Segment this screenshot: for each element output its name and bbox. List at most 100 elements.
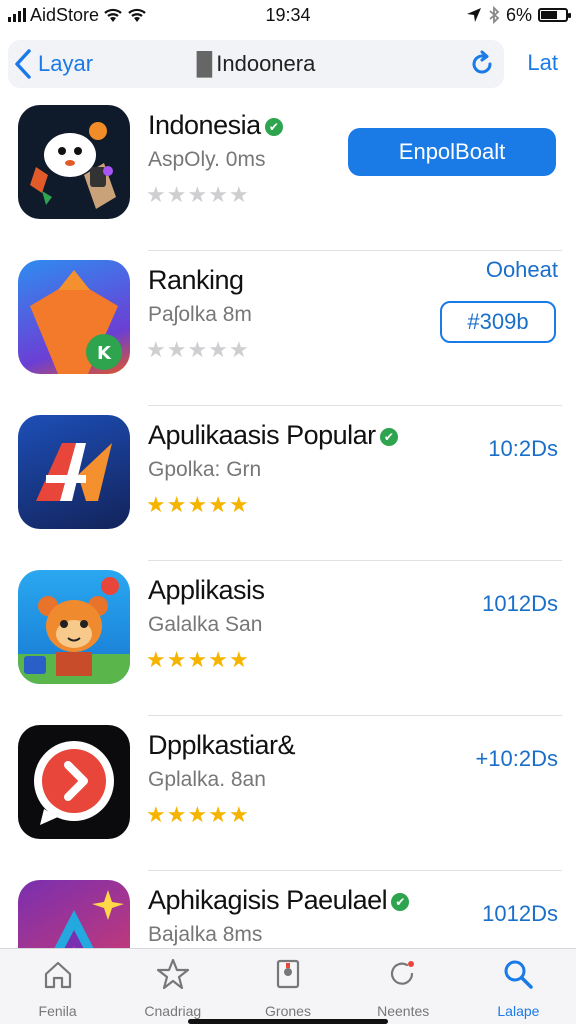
verified-icon: ✔ — [391, 892, 410, 911]
get-button[interactable]: 10:2Ds — [488, 436, 558, 462]
app-icon: K — [18, 260, 130, 374]
tab-home[interactable]: Fenila — [0, 949, 115, 1024]
star-icon: ★ — [166, 492, 188, 517]
tab-search[interactable]: Lalape — [461, 949, 576, 1024]
verified-icon: ✔ — [264, 117, 283, 136]
star-icon: ★ — [166, 337, 188, 362]
rating-stars: ★★★★★ — [146, 492, 250, 518]
star-icon: ★ — [228, 802, 250, 827]
star-icon: ★ — [146, 337, 167, 362]
tab-bar: Fenila Cnadriag Grones Neentes Lalape — [0, 948, 576, 1024]
games-icon — [276, 959, 300, 989]
list-item[interactable]: Applikasis Galalka San ★★★★★ 1012Ds — [0, 561, 576, 716]
nav-right-button[interactable]: Lat — [527, 50, 558, 76]
app-icon — [18, 415, 130, 529]
app-name: Indonesia ✔ — [148, 110, 283, 141]
status-right: 6% — [466, 4, 571, 26]
back-label: Layar — [38, 51, 94, 76]
app-subtitle: Galalka San — [148, 613, 263, 636]
star-icon: ★ — [187, 802, 209, 827]
list-item[interactable]: Dpplkastiar& Gplalka. 8an ★★★★★ +10:2Ds — [0, 716, 576, 871]
star-icon: ★ — [166, 182, 188, 207]
status-bar: AidStore 19:34 6% — [0, 0, 576, 30]
updates-icon — [391, 961, 415, 985]
star-icon: ★ — [228, 647, 250, 672]
tab-label: Grones — [265, 1003, 311, 1019]
star-icon: ★ — [187, 182, 209, 207]
tab-games[interactable]: Grones — [230, 949, 345, 1024]
action-label[interactable]: Ooheat — [486, 257, 558, 283]
app-name: Dpplkastiar& — [148, 730, 296, 760]
rating-stars: ★★★★★ — [146, 647, 250, 673]
app-name: Aphikagisis Paeulael ✔ — [148, 885, 410, 916]
star-icon: ★ — [146, 647, 167, 672]
app-subtitle: Gplalka. 8an — [148, 768, 266, 791]
get-button[interactable]: 1012Ds — [482, 591, 558, 617]
star-icon: ★ — [146, 492, 167, 517]
carrier-name: AidStore — [30, 4, 100, 25]
app-icon — [18, 725, 130, 839]
tab-featured[interactable]: Cnadriag — [115, 949, 230, 1024]
get-button[interactable]: +10:2Ds — [475, 746, 558, 772]
reload-icon[interactable] — [468, 50, 496, 78]
list-item[interactable]: Apulikaasis Popular ✔ Gpolka: Grn ★★★★★ 1… — [0, 406, 576, 561]
app-name: Ranking — [148, 265, 244, 295]
tab-label: Cnadriag — [144, 1003, 202, 1019]
cellular-signal-icon — [8, 8, 26, 22]
cursor-icon: █ — [196, 51, 213, 76]
get-button[interactable]: 1012Ds — [482, 901, 558, 927]
list-item[interactable]: Indonesia ✔ AspOly. 0ms ★★★★★ EnpolBoalt — [0, 96, 576, 251]
wifi-icon — [104, 8, 122, 22]
star-icon: ★ — [208, 337, 229, 362]
star-icon: ★ — [208, 802, 229, 827]
home-icon — [44, 961, 71, 989]
verified-icon: ✔ — [379, 427, 398, 446]
app-subtitle: Gpolka: Grn — [148, 458, 262, 481]
app-name: Apulikaasis Popular ✔ — [148, 420, 398, 451]
star-icon: ★ — [187, 337, 209, 362]
star-icon: ★ — [187, 492, 209, 517]
star-icon: ★ — [166, 802, 188, 827]
back-button[interactable]: Layar — [8, 48, 93, 80]
battery-percent: 6% — [505, 4, 532, 25]
app-icon — [18, 105, 130, 219]
app-subtitle: Bajalka 8ms — [148, 923, 263, 946]
tab-label: Fenila — [38, 1003, 77, 1019]
app-name: Applikasis — [148, 575, 265, 605]
tab-label: Lalape — [497, 1003, 540, 1019]
star-icon — [156, 958, 189, 990]
star-icon: ★ — [146, 802, 167, 827]
list-item[interactable]: K Ranking Paʃolka 8m ★★★★★ Ooheat #309b — [0, 251, 576, 406]
star-icon: ★ — [146, 182, 167, 207]
rating-stars: ★★★★★ — [146, 182, 250, 208]
status-left: AidStore — [8, 5, 147, 26]
location-icon — [466, 8, 481, 22]
star-icon: ★ — [187, 647, 209, 672]
get-button[interactable]: EnpolBoalt — [348, 128, 556, 176]
rating-stars: ★★★★★ — [146, 337, 250, 363]
star-icon: ★ — [166, 647, 188, 672]
search-icon — [504, 960, 534, 989]
chevron-left-icon — [15, 49, 31, 79]
app-list: Indonesia ✔ AspOly. 0ms ★★★★★ EnpolBoalt … — [0, 96, 576, 1024]
battery-icon — [538, 8, 571, 22]
app-subtitle: Paʃolka 8m — [148, 303, 252, 326]
svg-text:K: K — [97, 343, 112, 364]
home-indicator — [188, 1019, 388, 1024]
app-icon — [18, 570, 130, 684]
tab-updates[interactable]: Neentes — [346, 949, 461, 1024]
wifi-icon — [128, 8, 146, 22]
star-icon: ★ — [228, 492, 250, 517]
star-icon: ★ — [208, 182, 229, 207]
navigation-bar: Layar █ Indoonera — [8, 40, 504, 88]
star-icon: ★ — [228, 182, 250, 207]
price-button[interactable]: #309b — [440, 301, 556, 343]
star-icon: ★ — [208, 492, 229, 517]
star-icon: ★ — [208, 647, 229, 672]
bluetooth-icon — [489, 6, 500, 24]
page-title-text: Indoonera — [216, 51, 316, 76]
app-subtitle: AspOly. 0ms — [148, 148, 266, 171]
tab-label: Neentes — [377, 1003, 430, 1019]
star-icon: ★ — [228, 337, 250, 362]
rating-stars: ★★★★★ — [146, 802, 250, 828]
